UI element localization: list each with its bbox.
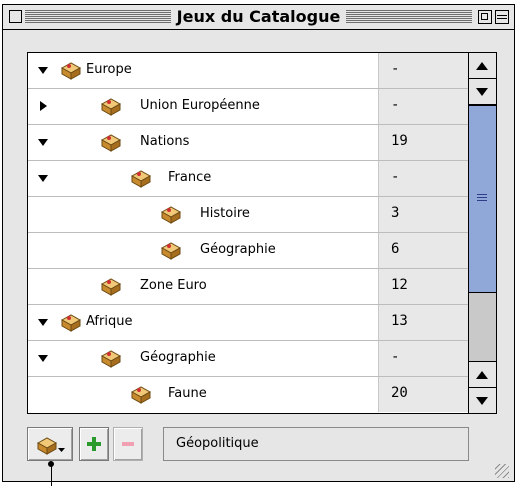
resize-grip[interactable] xyxy=(495,464,509,478)
package-box-icon xyxy=(130,386,152,404)
row-label: Géographie xyxy=(200,242,276,257)
disclosure-triangle-down-icon[interactable] xyxy=(38,319,48,326)
list-row[interactable]: Géographie 6 xyxy=(28,233,468,269)
outline-list: Europe - Union Européenne - Nations 19 F… xyxy=(27,52,497,414)
scroll-down-button[interactable] xyxy=(469,387,496,413)
package-box-icon xyxy=(100,134,122,152)
box-menu-icon xyxy=(36,437,65,455)
scroll-thumb[interactable] xyxy=(469,105,496,293)
scroll-down-button-top[interactable] xyxy=(469,79,496,105)
row-label: Afrique xyxy=(86,314,133,329)
arrow-up-icon xyxy=(476,371,488,379)
row-value: 13 xyxy=(391,313,408,329)
collapse-box[interactable] xyxy=(495,10,509,24)
disclosure-triangle-down-icon[interactable] xyxy=(38,355,48,362)
remove-button[interactable] xyxy=(113,427,143,461)
package-box-icon xyxy=(160,206,182,224)
callout-line xyxy=(51,464,52,486)
row-label: Zone Euro xyxy=(140,278,207,293)
row-value: 6 xyxy=(391,241,400,257)
arrow-down-icon xyxy=(476,88,488,96)
grip-icon xyxy=(477,194,487,202)
package-box-icon xyxy=(100,98,122,116)
row-value: - xyxy=(391,349,400,365)
window-title: Jeux du Catalogue xyxy=(170,7,347,26)
list-row[interactable]: France - xyxy=(28,161,468,197)
list-row[interactable]: Afrique 13 xyxy=(28,305,468,341)
list-row[interactable]: Nations 19 xyxy=(28,125,468,161)
disclosure-triangle-down-icon[interactable] xyxy=(38,175,48,182)
close-box[interactable] xyxy=(9,10,22,23)
arrow-down-icon xyxy=(476,397,488,405)
scroll-track[interactable] xyxy=(469,293,496,361)
row-label: Europe xyxy=(86,62,132,77)
list-row[interactable]: Histoire 3 xyxy=(28,197,468,233)
minus-icon xyxy=(122,442,134,446)
plus-icon xyxy=(87,437,101,451)
scroll-up-button[interactable] xyxy=(469,53,496,79)
row-value: - xyxy=(391,61,400,77)
title-bar[interactable]: Jeux du Catalogue xyxy=(3,5,514,30)
disclosure-triangle-right-icon[interactable] xyxy=(40,101,47,111)
list-row[interactable]: Union Européenne - xyxy=(28,89,468,125)
row-label: Nations xyxy=(140,134,190,149)
disclosure-triangle-down-icon[interactable] xyxy=(38,67,48,74)
name-field[interactable]: Géopolitique xyxy=(163,427,469,461)
list-row[interactable]: Europe - xyxy=(28,53,468,89)
row-value: - xyxy=(391,169,400,185)
box-menu-button[interactable] xyxy=(27,427,73,461)
package-box-icon xyxy=(60,62,82,80)
row-label: Union Européenne xyxy=(140,98,260,113)
row-value: - xyxy=(391,97,400,113)
disclosure-triangle-down-icon[interactable] xyxy=(38,139,48,146)
row-value: 12 xyxy=(391,277,408,293)
add-button[interactable] xyxy=(79,427,109,461)
package-box-icon xyxy=(160,242,182,260)
list-row[interactable]: Géographie - xyxy=(28,341,468,377)
row-value: 3 xyxy=(391,205,400,221)
row-value: 19 xyxy=(391,133,408,149)
package-box-icon xyxy=(100,350,122,368)
list-row[interactable]: Faune 20 xyxy=(28,377,468,413)
row-label: Histoire xyxy=(200,206,250,221)
package-box-icon xyxy=(60,314,82,332)
row-value: 20 xyxy=(391,385,408,401)
list-row[interactable]: Zone Euro 12 xyxy=(28,269,468,305)
package-box-icon xyxy=(130,170,152,188)
package-box-icon xyxy=(100,278,122,296)
scroll-up-button-bottom[interactable] xyxy=(469,361,496,387)
name-field-value: Géopolitique xyxy=(176,436,259,451)
arrow-up-icon xyxy=(476,62,488,70)
row-label: Géographie xyxy=(140,350,216,365)
zoom-box[interactable] xyxy=(478,10,492,24)
row-label: Faune xyxy=(168,386,207,401)
vertical-scrollbar[interactable] xyxy=(468,53,496,413)
row-label: France xyxy=(168,170,212,185)
